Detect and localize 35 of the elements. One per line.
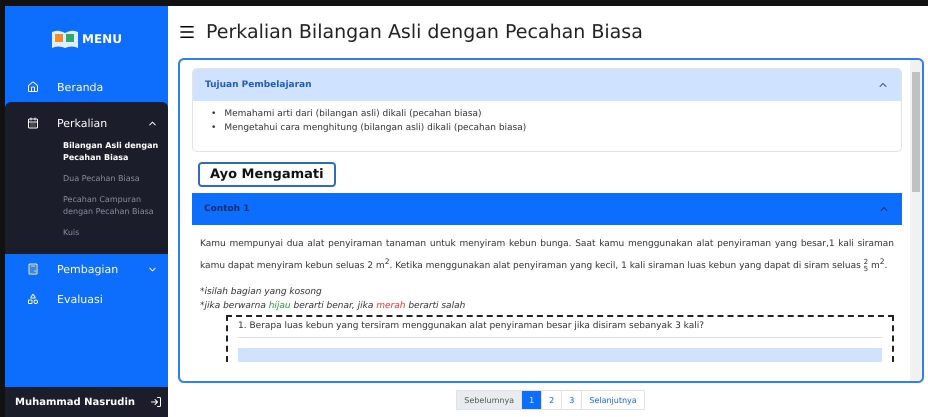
objective-item: Mengetahui cara menghitung (bilangan asli) dikali (pecahan biasa) — [224, 122, 526, 135]
bullet-marker: • — [211, 122, 216, 135]
scrollbar-thumb[interactable] — [912, 72, 920, 192]
home-icon — [27, 81, 39, 93]
objective-item: Memahami arti dari (bilangan asli) dikali (pecahan biasa) — [224, 108, 482, 121]
next-button[interactable]: Selanjutnya — [581, 390, 645, 410]
logout-icon[interactable] — [150, 396, 162, 408]
page-title: Perkalian Bilangan Asli dengan Pecahan Biasa — [206, 21, 643, 43]
page-button[interactable]: 1 — [521, 390, 542, 410]
accordion-header[interactable]: Contoh 1 — [192, 193, 902, 225]
bullet-marker: • — [211, 108, 216, 121]
scrollbar[interactable] — [910, 60, 922, 381]
instruction-note: *isilah bagian yang kosong — [200, 286, 323, 299]
accordion-header[interactable]: Tujuan Pembelajaran — [193, 69, 901, 101]
sidebar-item[interactable]: Perkalian — [5, 108, 168, 138]
submenu-item[interactable]: Dua Pecahan Biasa — [5, 171, 168, 187]
logo-text: MENU — [82, 32, 122, 46]
calendar-icon — [27, 117, 39, 129]
submenu-item[interactable]: Kuis — [5, 225, 168, 241]
page-button[interactable]: 3 — [561, 390, 582, 410]
submenu-item[interactable]: Bilangan Asli dengan Pecahan Biasa — [5, 138, 168, 166]
instruction-note: *jika berwarna hijau berarti benar, jika merah berarti salah — [200, 300, 466, 313]
shapes-icon — [27, 293, 39, 305]
sidebar-item[interactable]: Beranda — [5, 72, 168, 102]
page-button[interactable]: 2 — [541, 390, 562, 410]
question-text: 1. Berapa luas kebun yang tersiram menggunakan alat penyiraman besar jika disiram sebanyak 3 kali? — [238, 321, 882, 338]
calculator-icon — [27, 263, 39, 275]
sidebar-item[interactable]: Pembagian — [5, 254, 168, 284]
previous-button[interactable]: Sebelumnya — [456, 390, 522, 410]
sidebar-item[interactable]: Evaluasi — [5, 284, 168, 314]
menu-icon[interactable] — [178, 23, 196, 41]
submenu-item[interactable]: Pecahan Campuran dengan Pecahan Biasa — [5, 192, 168, 220]
book-icon — [51, 29, 80, 49]
section-banner: Ayo Mengamati — [198, 162, 336, 187]
user-name: Muhammad Nasrudin — [15, 396, 135, 408]
